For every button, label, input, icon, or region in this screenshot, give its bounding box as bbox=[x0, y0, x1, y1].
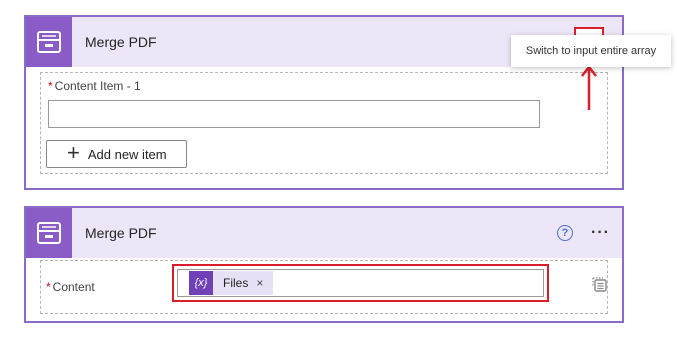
card-title: Merge PDF bbox=[85, 34, 157, 50]
tooltip: Switch to input entire array bbox=[511, 35, 671, 67]
arrow-up-icon bbox=[581, 64, 597, 110]
required-mark: * bbox=[48, 79, 53, 93]
token-label: Files bbox=[223, 276, 249, 290]
parameter-panel: * Content {x} Files × bbox=[40, 260, 608, 314]
more-icon[interactable]: ··· bbox=[591, 224, 610, 242]
switch-array-button[interactable] bbox=[591, 275, 609, 298]
switch-array-icon bbox=[592, 277, 607, 292]
card-header[interactable]: Merge PDF ? ··· bbox=[26, 208, 622, 258]
connector-icon bbox=[26, 208, 72, 258]
add-new-item-button[interactable]: + Add new item bbox=[46, 140, 187, 168]
header-actions: ? ··· bbox=[557, 208, 610, 258]
add-new-item-label: Add new item bbox=[87, 146, 167, 162]
content-label-text: Content bbox=[52, 280, 95, 294]
help-icon[interactable]: ? bbox=[557, 225, 574, 241]
content-item-label-text: Content Item - 1 bbox=[54, 79, 141, 93]
content-input[interactable]: {x} Files × bbox=[177, 269, 544, 297]
merge-pdf-card-2: Merge PDF ? ··· * Content {x} Files × bbox=[24, 206, 624, 323]
content-item-input[interactable] bbox=[48, 100, 540, 128]
files-token[interactable]: {x} Files × bbox=[189, 271, 274, 295]
content-label: * Content bbox=[46, 280, 95, 294]
plus-icon: + bbox=[67, 140, 80, 165]
card-title: Merge PDF bbox=[85, 225, 157, 241]
content-item-label: * Content Item - 1 bbox=[48, 79, 141, 93]
variable-icon: {x} bbox=[189, 271, 213, 295]
connector-icon bbox=[26, 17, 72, 67]
required-mark: * bbox=[46, 280, 51, 294]
content-field-highlight: {x} Files × bbox=[172, 264, 549, 302]
close-icon[interactable]: × bbox=[256, 276, 263, 290]
parameter-panel: * Content Item - 1 + Add new item bbox=[40, 72, 608, 174]
